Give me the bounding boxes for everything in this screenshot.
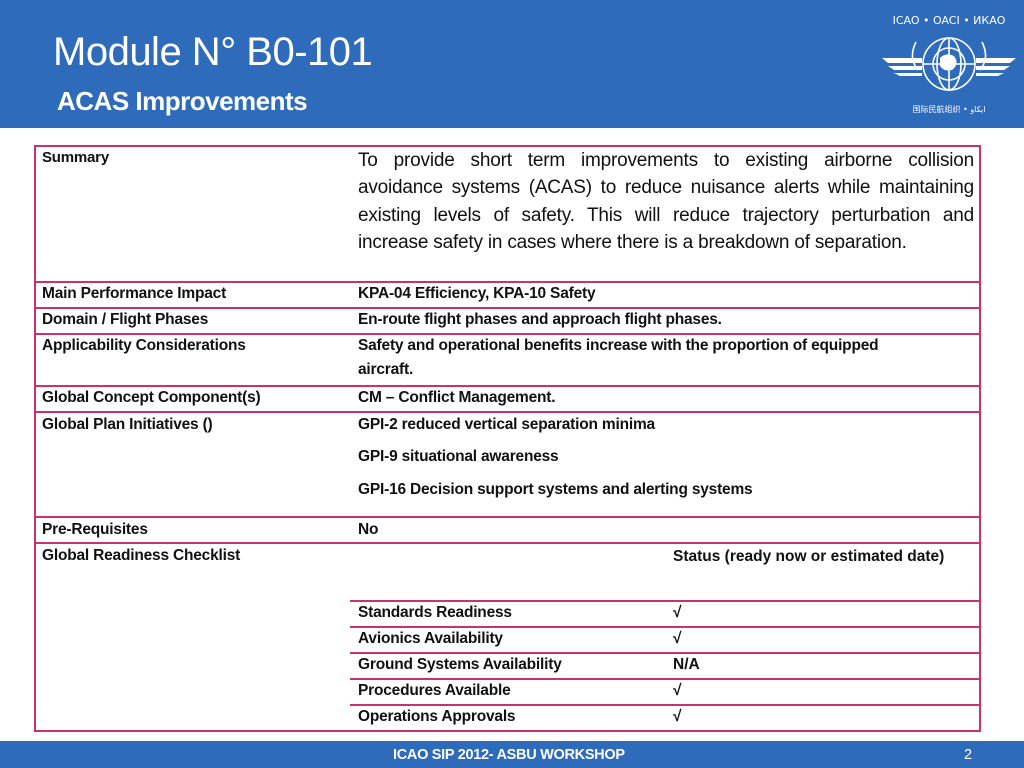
- checklist-status: √: [673, 630, 682, 647]
- row-divider: [34, 542, 981, 544]
- checklist-item: Procedures Available: [358, 682, 511, 699]
- slide-header: Module N° B0-101 ACAS Improvements ICAO …: [0, 0, 1024, 128]
- row-label-pre-requisites: Pre-Requisites: [42, 521, 148, 538]
- svg-text:国际民航组织 • ايكاو: 国际民航组织 • ايكاو: [913, 104, 986, 114]
- icao-emblem-icon: ICAO • OACI • ИКАО 国际民航组织 • ايكاو: [882, 14, 1016, 114]
- row-label-global-concept-component: Global Concept Component(s): [42, 389, 261, 406]
- checklist-item: Standards Readiness: [358, 604, 512, 621]
- row-label-summary: Summary: [42, 149, 109, 166]
- row-divider: [34, 385, 981, 387]
- checklist-item: Avionics Availability: [358, 630, 503, 647]
- row-label-main-performance-impact: Main Performance Impact: [42, 285, 227, 302]
- row-divider: [34, 307, 981, 309]
- row-value-applicability-line1: Safety and operational benefits increase…: [358, 337, 879, 354]
- slide-subtitle: ACAS Improvements: [57, 86, 308, 116]
- checklist-status: √: [673, 604, 682, 621]
- checklist-status: √: [673, 682, 682, 699]
- checklist-divider: [350, 678, 981, 680]
- row-value-main-performance-impact: KPA-04 Efficiency, KPA-10 Safety: [358, 285, 596, 302]
- summary-text: To provide short term improvements to ex…: [358, 150, 974, 253]
- checklist-status-header: Status (ready now or estimated date): [673, 548, 945, 565]
- checklist-divider: [350, 652, 981, 654]
- checklist-divider: [350, 600, 981, 602]
- checklist-divider: [350, 704, 981, 706]
- row-label-global-readiness-checklist: Global Readiness Checklist: [42, 547, 241, 564]
- row-divider: [34, 516, 981, 518]
- row-divider: [34, 333, 981, 335]
- checklist-status: N/A: [673, 656, 700, 673]
- row-divider: [34, 411, 981, 413]
- row-value-domain-flight-phases: En-route flight phases and approach flig…: [358, 311, 722, 328]
- row-value-applicability-line2: aircraft.: [358, 361, 414, 378]
- checklist-divider: [350, 626, 981, 628]
- slide-title: Module N° B0-101: [53, 30, 373, 74]
- footer-text: ICAO SIP 2012- ASBU WORKSHOP: [393, 747, 625, 763]
- checklist-item: Ground Systems Availability: [358, 656, 562, 673]
- row-divider: [34, 281, 981, 283]
- logo-ring-text: ICAO • OACI • ИКАО: [893, 14, 1006, 27]
- row-label-domain-flight-phases: Domain / Flight Phases: [42, 311, 209, 328]
- row-value-global-concept-component: CM – Conflict Management.: [358, 389, 556, 406]
- checklist-status: √: [673, 708, 682, 725]
- page-number: 2: [964, 747, 973, 763]
- slide-footer: ICAO SIP 2012- ASBU WORKSHOP 2: [0, 741, 1024, 768]
- row-label-global-plan-initiatives: Global Plan Initiatives (): [42, 416, 213, 433]
- gpi-item: GPI-2 reduced vertical separation minima: [358, 416, 655, 433]
- gpi-item: GPI-9 situational awareness: [358, 448, 559, 465]
- checklist-item: Operations Approvals: [358, 708, 516, 725]
- row-label-applicability: Applicability Considerations: [42, 337, 246, 354]
- row-value-pre-requisites: No: [358, 521, 379, 538]
- gpi-item: GPI-16 Decision support systems and aler…: [358, 481, 753, 498]
